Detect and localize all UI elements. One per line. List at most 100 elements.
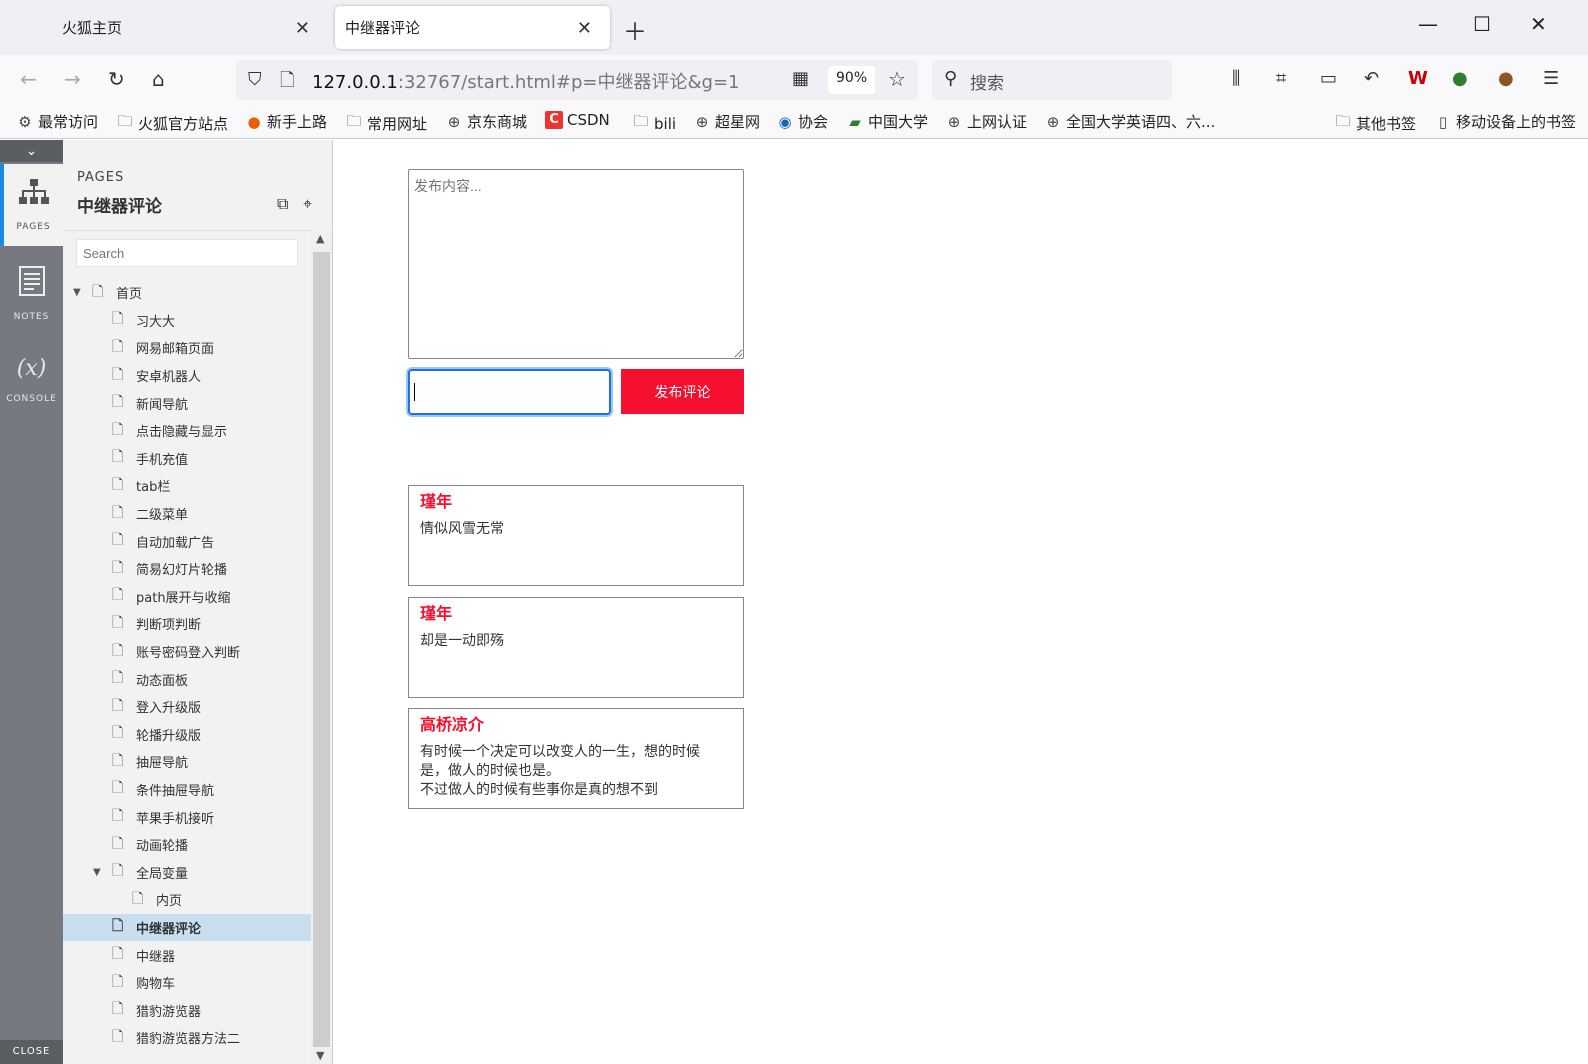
tree-scrollbar[interactable]: ▲ ▼	[311, 230, 332, 1064]
axure-rail: ⌄ PAGES NOTES (x) CONSOLE CLOSE	[0, 140, 63, 1064]
chevron-down-icon[interactable]: ⌄	[0, 140, 63, 162]
green-extension-icon[interactable]: ●	[1452, 68, 1468, 89]
close-icon[interactable]: ✕	[295, 18, 310, 39]
tree-item[interactable]: 🗋 手机充值	[63, 445, 311, 473]
tab-home[interactable]: 火狐主页 ✕	[0, 6, 328, 49]
tree-item[interactable]: 🗋 动态面板	[63, 665, 311, 693]
bookmark-item[interactable]: 🗀 bili	[632, 111, 676, 136]
search-box[interactable]: ⚲ 搜索	[932, 60, 1172, 100]
tree-item[interactable]: 🗋 轮播升级版	[63, 721, 311, 749]
tree-item[interactable]: 🗋 安卓机器人	[63, 362, 311, 390]
maximize-icon[interactable]: ☐	[1473, 12, 1491, 36]
tree-item[interactable]: ▼ 🗋 全局变量	[63, 858, 311, 886]
tree-item[interactable]: 🗋 购物车	[63, 969, 311, 997]
post-comment-button[interactable]: 发布评论	[621, 369, 744, 414]
tree-item[interactable]: 🗋 习大大	[63, 307, 311, 335]
new-tab-icon[interactable]: ＋	[623, 12, 647, 47]
bookmark-item[interactable]: 🗀 其他书签	[1334, 111, 1416, 136]
tree-item[interactable]: 🗋 抽屉导航	[63, 748, 311, 776]
menu-icon[interactable]: ☰	[1543, 68, 1559, 89]
tree-item[interactable]: 🗋 条件抽屉导航	[63, 776, 311, 804]
tree-item[interactable]: 🗋 path展开与收缩	[63, 583, 311, 611]
tree-item[interactable]: 🗋 判断项判断	[63, 610, 311, 638]
expand-caret-icon[interactable]: ▼	[93, 867, 101, 878]
tree-item-label: 习大大	[136, 314, 176, 330]
sidebar-icon[interactable]: ▭	[1320, 68, 1337, 89]
bookmark-item[interactable]: 🗀 常用网址	[345, 111, 427, 136]
tab-active[interactable]: 中继器评论 ✕	[335, 6, 610, 49]
bookmark-item[interactable]: ▰ 中国大学	[846, 111, 928, 132]
bookmark-item[interactable]: ⊕ 全国大学英语四、六...	[1044, 111, 1216, 132]
tree-item[interactable]: 🗋 猎豹游览器方法二	[63, 1024, 311, 1052]
tab-label: 火狐主页	[62, 19, 123, 37]
back-icon[interactable]: ←	[20, 67, 37, 91]
close-icon[interactable]: ✕	[577, 18, 592, 39]
scroll-thumb[interactable]	[313, 252, 330, 1047]
bookmark-item[interactable]: ◉ 协会	[776, 111, 828, 132]
comment-name-input[interactable]	[408, 369, 611, 415]
bookmark-item[interactable]: 🗀 火狐官方站点	[116, 111, 228, 136]
home-icon[interactable]: ⌂	[152, 67, 165, 91]
minimize-icon[interactable]: —	[1418, 12, 1438, 36]
tree-item[interactable]: 🗋 猎豹游览器	[63, 996, 311, 1024]
tree-item[interactable]: 🗋 新闻导航	[63, 389, 311, 417]
bookmark-item[interactable]: ⊕ 京东商城	[445, 111, 527, 132]
bookmark-label: 常用网址	[367, 115, 428, 133]
rail-pages[interactable]: PAGES	[0, 164, 63, 246]
rail-console[interactable]: (x) CONSOLE	[0, 340, 63, 422]
csdn-icon: C	[545, 111, 563, 129]
bookmark-item[interactable]: C CSDN	[545, 111, 610, 129]
tree-item[interactable]: 🗋 内页	[63, 886, 311, 914]
tree-item[interactable]: 🗋 账号密码登入判断	[63, 638, 311, 666]
w-extension-icon[interactable]: W	[1408, 68, 1428, 89]
tree-item[interactable]: 🗋 网易邮箱页面	[63, 334, 311, 362]
screenshot-crop-icon[interactable]: ⌗	[1276, 68, 1286, 89]
bookmark-label: 中国大学	[868, 113, 929, 131]
forward-icon[interactable]: →	[64, 67, 81, 91]
cookie-extension-icon[interactable]: ●	[1498, 68, 1514, 89]
rail-notes-label: NOTES	[13, 312, 50, 322]
url-bar[interactable]: ⛉ 🗋 127.0.0.1:32767/start.html#p=中继器评论&g…	[236, 60, 918, 100]
tree-item[interactable]: 🗋 动画轮播	[63, 831, 311, 859]
undo-arrow-icon[interactable]: ↶	[1364, 68, 1379, 89]
window-close-icon[interactable]: ✕	[1530, 12, 1547, 36]
scroll-up-icon[interactable]: ▲	[316, 232, 324, 245]
tree-item[interactable]: ▼ 🗋 首页	[63, 279, 311, 307]
tree-item[interactable]: 🗋 简易幻灯片轮播	[63, 555, 311, 583]
scroll-down-icon[interactable]: ▼	[316, 1049, 324, 1062]
bookmark-item[interactable]: ▯ 移动设备上的书签	[1434, 111, 1576, 132]
bookmark-item[interactable]: ● 新手上路	[245, 111, 327, 132]
page-icon: 🗋	[112, 449, 124, 466]
page-tree: ▼ 🗋 首页 🗋 习大大 🗋 网易邮箱页面 🗋 安卓机器人 🗋 新闻导航 🗋 点击隐藏与显示 🗋 手机充值 🗋…	[63, 279, 311, 1052]
text-caret	[414, 383, 415, 401]
search-icon: ⚲	[944, 68, 958, 89]
close-panel-button[interactable]: CLOSE	[0, 1040, 63, 1064]
tree-item[interactable]: 🗋 登入升级版	[63, 693, 311, 721]
library-icon[interactable]: ⫼	[1232, 68, 1240, 89]
tree-item[interactable]: 🗋 中继器	[63, 941, 311, 969]
rail-notes[interactable]: NOTES	[0, 252, 63, 334]
page-icon: 🗋	[112, 476, 124, 493]
pages-search-input[interactable]	[76, 239, 298, 267]
qr-code-icon[interactable]: ▦	[792, 68, 809, 89]
highlight-interactive-icon[interactable]: ⌖	[303, 194, 312, 214]
tree-item[interactable]: 🗋 中继器评论	[63, 913, 311, 942]
reload-icon[interactable]: ↻	[108, 67, 125, 91]
bookmark-item[interactable]: ⚙ 最常访问	[16, 111, 98, 132]
bookmark-item[interactable]: ⊕ 超星网	[693, 111, 760, 132]
tree-item[interactable]: 🗋 二级菜单	[63, 500, 311, 528]
tree-item[interactable]: 🗋 自动加载广告	[63, 527, 311, 555]
shield-icon[interactable]: ⛉	[248, 69, 262, 90]
bookmark-item[interactable]: ⊕ 上网认证	[945, 111, 1027, 132]
page-info-icon[interactable]: 🗋	[280, 68, 294, 98]
bookmark-label: 上网认证	[967, 113, 1028, 131]
post-content-textarea[interactable]	[408, 169, 744, 359]
url-text[interactable]: 127.0.0.1:32767/start.html#p=中继器评论&g=1	[312, 68, 740, 94]
expand-caret-icon[interactable]: ▼	[73, 287, 81, 298]
open-in-new-icon[interactable]: ⧉	[277, 194, 288, 214]
bookmark-star-icon[interactable]: ☆	[888, 67, 906, 91]
tree-item[interactable]: 🗋 点击隐藏与显示	[63, 417, 311, 445]
zoom-level[interactable]: 90%	[828, 66, 876, 94]
tree-item[interactable]: 🗋 tab栏	[63, 472, 311, 500]
tree-item[interactable]: 🗋 苹果手机接听	[63, 803, 311, 831]
